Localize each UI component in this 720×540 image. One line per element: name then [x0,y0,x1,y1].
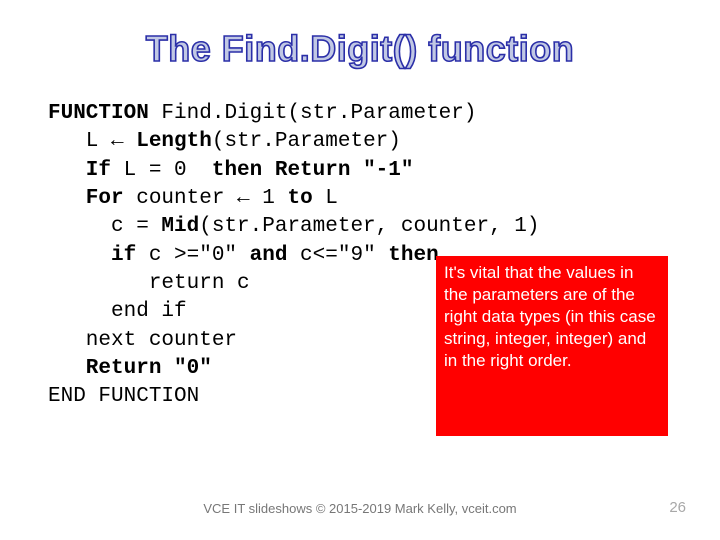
code-text: counter [124,187,237,210]
kw-mid: Mid [161,215,199,238]
code-text: c = [48,215,161,238]
code-text: 1 [250,187,288,210]
code-text: c >="0" [136,244,249,267]
code-text: L [313,187,338,210]
arrow-left: ← [237,187,250,210]
slide-title: The Find.Digit() function [0,28,720,70]
code-text: return c [48,272,250,295]
kw-function: FUNCTION [48,102,149,125]
code-text: END FUNCTION [48,385,199,408]
kw-to: to [287,187,312,210]
callout-box: It's vital that the values in the parame… [436,256,668,436]
code-text: Find.Digit(str.Parameter) [149,102,477,125]
code-text: next counter [48,329,237,352]
kw-if: if [48,244,136,267]
kw-return: Return "0" [48,357,212,380]
page-number: 26 [669,499,686,516]
code-text: L = 0 [111,159,212,182]
kw-and: and [250,244,288,267]
kw-for: For [48,187,124,210]
kw-then-return: then Return "-1" [212,159,414,182]
arrow-left: ← [111,130,124,153]
code-text: c<="9" [287,244,388,267]
code-text: L [48,130,111,153]
code-text: (str.Parameter, counter, 1) [199,215,539,238]
code-text: (str.Parameter) [212,130,401,153]
code-text: end if [48,300,187,323]
kw-if: If [48,159,111,182]
kw-length: Length [124,130,212,153]
footer-text: VCE IT slideshows © 2015-2019 Mark Kelly… [0,501,720,516]
slide: The Find.Digit() function FUNCTION Find.… [0,0,720,540]
kw-then: then [388,244,438,267]
